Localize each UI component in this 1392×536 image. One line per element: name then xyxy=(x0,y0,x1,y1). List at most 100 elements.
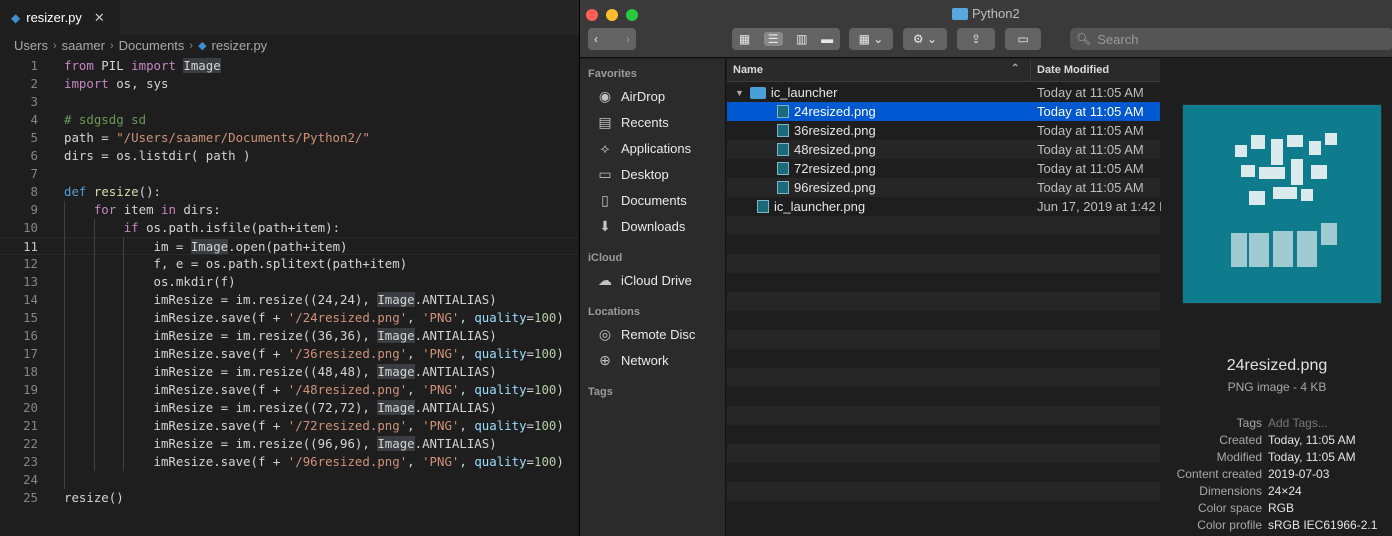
code-line[interactable]: 17 imResize.save(f + '/36resized.png', '… xyxy=(0,345,580,363)
line-number: 10 xyxy=(23,220,38,235)
line-number: 17 xyxy=(23,346,38,361)
sidebar-section-icloud: iCloud xyxy=(588,252,623,264)
metadata-row: Color profile sRGB IEC61966-2.1 xyxy=(1161,518,1392,535)
code-line[interactable]: 13 os.mkdir(f) xyxy=(0,273,580,291)
file-row[interactable]: 24resized.png Today at 11:05 AM xyxy=(727,102,1160,121)
breadcrumb-item[interactable]: saamer xyxy=(62,38,105,53)
zoom-window-button[interactable] xyxy=(626,9,638,21)
close-icon[interactable]: ✕ xyxy=(94,10,105,26)
editor-tab[interactable]: ◆ resizer.py ✕ xyxy=(0,0,120,35)
empty-row xyxy=(727,292,1160,311)
close-window-button[interactable] xyxy=(586,9,598,21)
sidebar-section-locations: Locations xyxy=(588,306,640,318)
code-line[interactable]: 1 from PIL import Image xyxy=(0,57,580,75)
code-line[interactable]: 23 imResize.save(f + '/96resized.png', '… xyxy=(0,453,580,471)
code-line[interactable]: 3 xyxy=(0,93,580,111)
code-line[interactable]: 5 path = "/Users/saamer/Documents/Python2… xyxy=(0,129,580,147)
file-row[interactable]: 36resized.png Today at 11:05 AM xyxy=(727,121,1160,140)
forward-icon[interactable]: › xyxy=(626,32,630,46)
breadcrumb-item[interactable]: Users xyxy=(14,38,48,53)
sidebar-item-downloads[interactable]: ⬇ Downloads xyxy=(596,215,685,237)
breadcrumb-item[interactable]: Documents xyxy=(119,38,185,53)
code-line[interactable]: 25 resize() xyxy=(0,489,580,507)
back-icon[interactable]: ‹ xyxy=(594,32,598,46)
line-number: 23 xyxy=(23,454,38,469)
group-button[interactable]: ▦ ⌄ xyxy=(849,28,893,50)
code-line[interactable]: 20 imResize = im.resize((72,72), Image.A… xyxy=(0,399,580,417)
file-row[interactable]: ▼ ic_launcher Today at 11:05 AM xyxy=(727,83,1160,102)
column-header-name[interactable]: Name xyxy=(733,64,763,76)
python-file-icon: ◆ xyxy=(11,10,21,25)
column-header-date[interactable]: Date Modified xyxy=(1037,64,1109,76)
sidebar-item-documents[interactable]: ▯ Documents xyxy=(596,189,687,211)
line-number: 20 xyxy=(23,400,38,415)
code-line[interactable]: 9 for item in dirs: xyxy=(0,201,580,219)
list-header: Name ⌃ Date Modified xyxy=(727,59,1160,82)
tab-filename: resizer.py xyxy=(26,10,82,25)
sidebar-item-applications[interactable]: ⟡ Applications xyxy=(596,137,691,159)
code-line[interactable]: 22 imResize = im.resize((96,96), Image.A… xyxy=(0,435,580,453)
code-line[interactable]: 4 # sdgsdg sd xyxy=(0,111,580,129)
share-button[interactable]: ⇪ xyxy=(957,28,995,50)
code-line[interactable]: 8 def resize(): xyxy=(0,183,580,201)
line-number: 7 xyxy=(30,166,38,181)
file-name: 72resized.png xyxy=(794,161,876,176)
disclosure-triangle-icon[interactable]: ▼ xyxy=(735,88,744,98)
metadata-value: RGB xyxy=(1268,501,1295,515)
sidebar-item-icloud-drive[interactable]: ☁ iCloud Drive xyxy=(596,269,692,291)
action-button[interactable]: ⚙ ⌄ xyxy=(903,28,947,50)
line-number: 22 xyxy=(23,436,38,451)
column-view-icon[interactable]: ▥ xyxy=(796,32,807,46)
tag-button[interactable]: ▭ xyxy=(1005,28,1041,50)
code-line[interactable]: 14 imResize = im.resize((24,24), Image.A… xyxy=(0,291,580,309)
sidebar-item-recents[interactable]: ▤ Recents xyxy=(596,111,668,133)
sort-caret-icon: ⌃ xyxy=(1011,63,1020,74)
code-text: f, e = os.path.splitext(path+item) xyxy=(64,256,408,271)
search-field[interactable]: 🔍︎ Search xyxy=(1070,28,1392,50)
code-line[interactable]: 16 imResize = im.resize((36,36), Image.A… xyxy=(0,327,580,345)
file-date: Today at 11:05 AM xyxy=(1037,180,1144,195)
gallery-view-icon[interactable]: ▬ xyxy=(821,32,833,46)
code-line[interactable]: 10 if os.path.isfile(path+item): xyxy=(0,219,580,237)
sidebar-item-remote-disc[interactable]: ◎ Remote Disc xyxy=(596,323,696,345)
line-number: 18 xyxy=(23,364,38,379)
code-line[interactable]: 18 imResize = im.resize((48,48), Image.A… xyxy=(0,363,580,381)
code-line[interactable]: 15 imResize.save(f + '/24resized.png', '… xyxy=(0,309,580,327)
code-line[interactable]: 7 xyxy=(0,165,580,183)
file-row[interactable]: 48resized.png Today at 11:05 AM xyxy=(727,140,1160,159)
line-number: 25 xyxy=(23,490,38,505)
sidebar-item-label: Documents xyxy=(621,192,687,208)
network-icon: ⊕ xyxy=(599,352,611,368)
empty-row xyxy=(727,444,1160,463)
cloud-icon: ☁ xyxy=(598,272,612,288)
icon-view-icon[interactable]: ▦ xyxy=(739,32,750,46)
metadata-key: Color space xyxy=(1197,501,1262,515)
line-number: 16 xyxy=(23,328,38,343)
sidebar-item-airdrop[interactable]: ◉ AirDrop xyxy=(596,85,665,107)
code-line[interactable]: 19 imResize.save(f + '/48resized.png', '… xyxy=(0,381,580,399)
sidebar-item-network[interactable]: ⊕ Network xyxy=(596,349,669,371)
line-number: 19 xyxy=(23,382,38,397)
image-file-icon xyxy=(777,105,789,118)
sidebar-item-desktop[interactable]: ▭ Desktop xyxy=(596,163,668,185)
minimize-window-button[interactable] xyxy=(606,9,618,21)
code-area[interactable]: 1 from PIL import Image 2 import os, sys 3 4 #… xyxy=(0,57,580,507)
sidebar-item-label: Applications xyxy=(621,140,692,156)
add-tags-field[interactable]: Add Tags... xyxy=(1268,416,1328,430)
empty-row xyxy=(727,482,1160,501)
code-line[interactable]: 2 import os, sys xyxy=(0,75,580,93)
finder-window: Python2 ‹ › ▦ ☰ ▥ ▬ ▦ ⌄ ⚙ ⌄ ⇪ ▭ 🔍︎ Search … xyxy=(579,0,1392,536)
code-line[interactable]: 21 imResize.save(f + '/72resized.png', '… xyxy=(0,417,580,435)
column-divider[interactable] xyxy=(1030,59,1031,82)
file-row[interactable]: 96resized.png Today at 11:05 AM xyxy=(727,178,1160,197)
file-row[interactable]: ic_launcher.png Jun 17, 2019 at 1:42 PM xyxy=(727,197,1179,216)
list-view-icon[interactable]: ☰ xyxy=(763,32,783,46)
code-line[interactable]: 12 f, e = os.path.splitext(path+item) xyxy=(0,255,580,273)
python-file-icon: ◆ xyxy=(198,40,207,52)
code-line[interactable]: 11 im = Image.open(path+item) xyxy=(0,237,580,255)
file-name: 48resized.png xyxy=(794,142,876,157)
code-line[interactable]: 24 xyxy=(0,471,580,489)
breadcrumb-item[interactable]: resizer.py xyxy=(212,38,268,53)
code-line[interactable]: 6 dirs = os.listdir( path ) xyxy=(0,147,580,165)
file-row[interactable]: 72resized.png Today at 11:05 AM xyxy=(727,159,1160,178)
